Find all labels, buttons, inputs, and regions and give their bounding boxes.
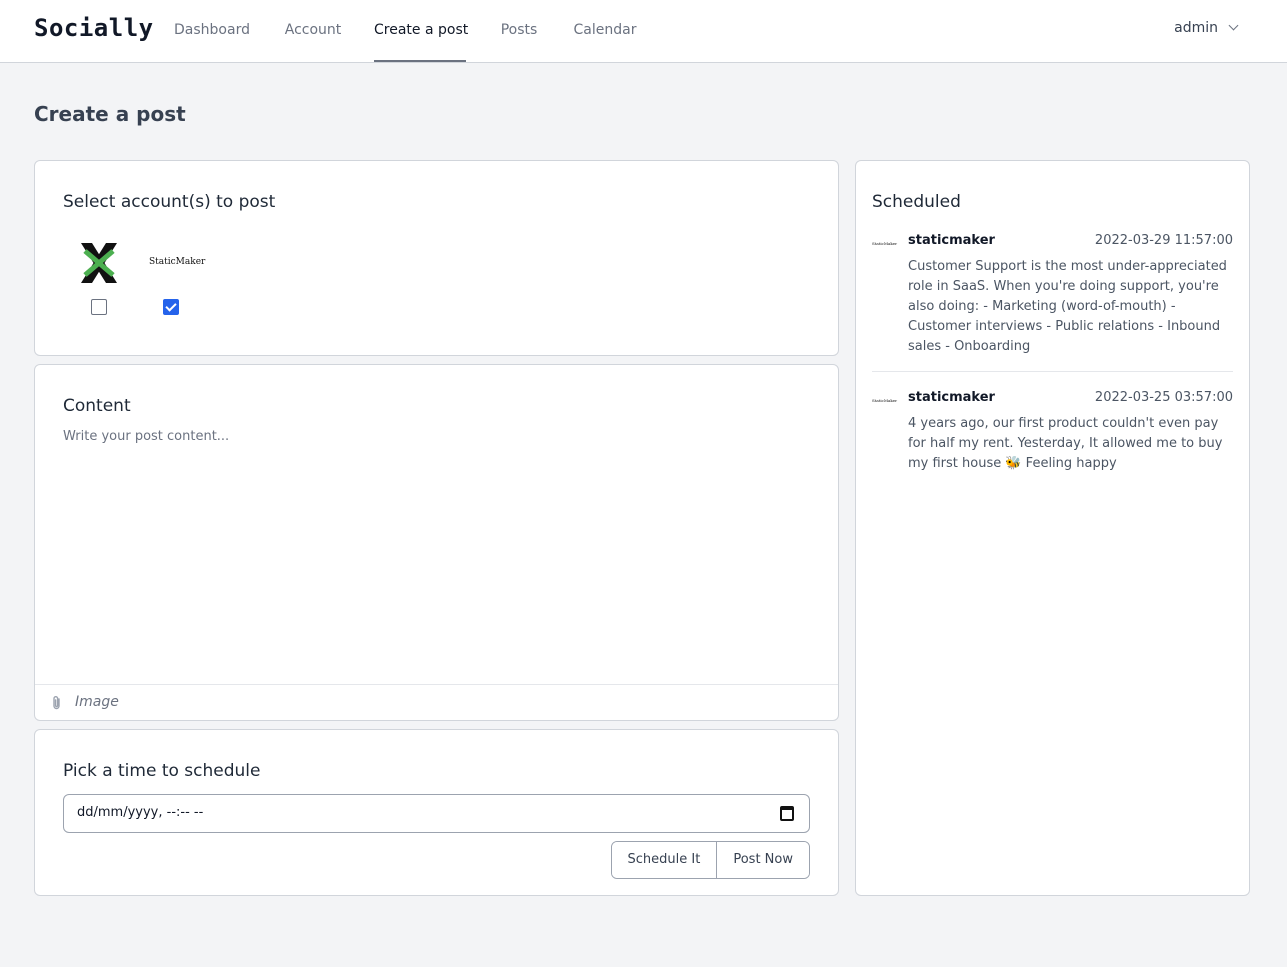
accounts-title: Select account(s) to post <box>63 192 276 212</box>
accounts-card: Select account(s) to post StaticMaker <box>34 160 839 356</box>
scheduled-item[interactable]: StaticMaker staticmaker 2022-03-29 11:57… <box>872 233 1233 363</box>
avatar: StaticMaker <box>872 241 898 246</box>
scheduled-time: 2022-03-29 11:57:00 <box>1094 233 1233 248</box>
scheduled-time: 2022-03-25 03:57:00 <box>1094 390 1233 405</box>
scheduled-card: Scheduled StaticMaker staticmaker 2022-0… <box>855 160 1250 896</box>
scheduled-account-name: staticmaker <box>908 390 995 405</box>
x-logo-icon <box>81 243 117 283</box>
calendar-icon[interactable] <box>780 806 794 821</box>
datetime-value: dd/mm/yyyy, --:-- -- <box>77 805 204 820</box>
staticmaker-logo: StaticMaker <box>149 257 206 267</box>
scheduled-text: 4 years ago, our first product couldn't … <box>908 416 1223 471</box>
post-now-button[interactable]: Post Now <box>716 842 809 878</box>
app-logo[interactable]: Socially <box>34 14 154 42</box>
schedule-card: Pick a time to schedule dd/mm/yyyy, --:-… <box>34 729 839 896</box>
nav-dashboard[interactable]: Dashboard <box>174 0 250 62</box>
scheduled-text: Customer Support is the most under-appre… <box>908 259 1227 354</box>
divider <box>872 371 1233 372</box>
paperclip-icon[interactable] <box>49 695 65 711</box>
account-checkbox-staticmaker[interactable] <box>163 299 179 315</box>
image-attach-label[interactable]: Image <box>75 694 119 710</box>
avatar: StaticMaker <box>872 398 898 403</box>
user-name: admin <box>1174 20 1218 36</box>
chevron-down-icon <box>1228 20 1239 31</box>
content-title: Content <box>63 396 131 416</box>
attach-bar: Image <box>35 684 838 720</box>
nav-create-post[interactable]: Create a post <box>374 0 468 62</box>
schedule-it-button[interactable]: Schedule It <box>611 842 717 878</box>
page-title: Create a post <box>34 102 186 126</box>
nav-posts[interactable]: Posts <box>497 0 541 62</box>
nav-calendar[interactable]: Calendar <box>573 0 637 62</box>
scheduled-account-name: staticmaker <box>908 233 995 248</box>
nav-account[interactable]: Account <box>282 0 344 62</box>
schedule-title: Pick a time to schedule <box>63 761 261 781</box>
datetime-input[interactable]: dd/mm/yyyy, --:-- -- <box>63 794 810 833</box>
top-navbar: Socially Dashboard Account Create a post… <box>0 0 1287 63</box>
content-card: Content Image <box>34 364 839 721</box>
scheduled-title: Scheduled <box>872 192 961 212</box>
action-buttons: Schedule It Post Now <box>610 841 810 879</box>
post-content-textarea[interactable] <box>63 429 803 669</box>
account-checkbox-x[interactable] <box>91 299 107 315</box>
user-menu[interactable]: admin <box>1174 20 1239 36</box>
scheduled-item[interactable]: StaticMaker staticmaker 2022-03-25 03:57… <box>872 390 1233 480</box>
